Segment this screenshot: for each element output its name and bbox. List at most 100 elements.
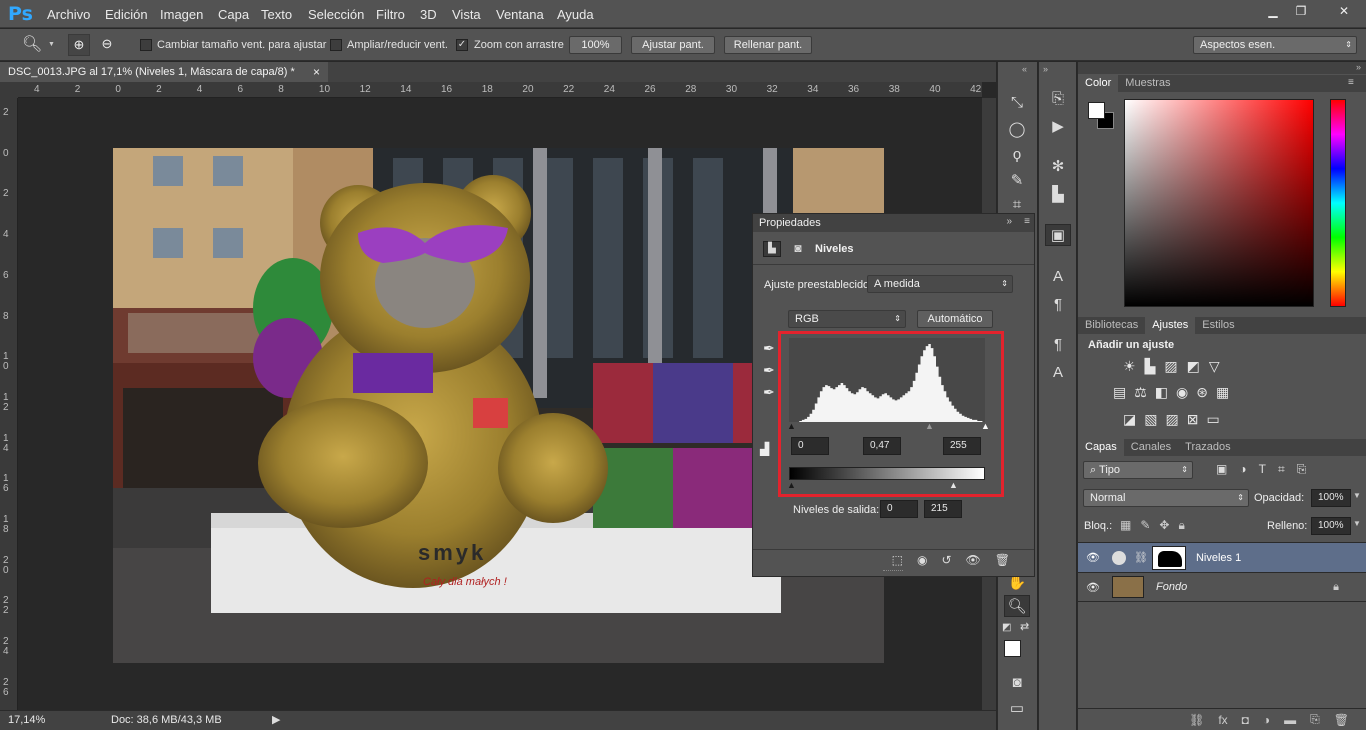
levels-icon[interactable]: ▙	[1145, 358, 1156, 375]
white-eyedropper-icon[interactable]: ✒	[763, 384, 775, 401]
lasso-tool-icon[interactable]: ϙ	[1004, 144, 1030, 166]
opacity-dropdown-icon[interactable]: ▼	[1353, 491, 1361, 500]
default-colors-icon[interactable]: ◩	[1002, 622, 1011, 633]
zoom-all-checkbox[interactable]	[330, 39, 342, 51]
new-adjustment-icon[interactable]: ◑	[1263, 713, 1270, 727]
zoom-level[interactable]: 17,14%	[8, 714, 45, 726]
layer-name[interactable]: Niveles 1	[1196, 552, 1241, 564]
selective-color-icon[interactable]: ▭	[1206, 411, 1219, 428]
menu-3d[interactable]: 3D	[420, 7, 437, 22]
zoom-100-button[interactable]: 100%	[569, 36, 622, 54]
opacity-input[interactable]: 100%	[1311, 489, 1351, 507]
filter-pixel-icon[interactable]: ▣	[1216, 462, 1227, 477]
menu-edicion[interactable]: Edición	[105, 7, 148, 22]
resize-windows-checkbox[interactable]	[140, 39, 152, 51]
menu-seleccion[interactable]: Selección	[308, 7, 364, 22]
panel-menu-icon[interactable]: ≡	[1348, 77, 1354, 88]
visibility-eye-icon[interactable]: 👁︎	[1078, 581, 1108, 594]
fill-screen-button[interactable]: Rellenar pant.	[724, 36, 812, 54]
properties-title[interactable]: Propiedades	[759, 217, 821, 229]
mask-icon[interactable]: ◙	[789, 241, 807, 257]
new-layer-icon[interactable]: ⎘	[1310, 712, 1320, 727]
close-tab-icon[interactable]: ×	[313, 65, 320, 79]
quick-select-tool-icon[interactable]: ✎	[1004, 170, 1030, 192]
layer-row[interactable]: 👁︎ ⛓ Niveles 1	[1078, 542, 1366, 572]
tab-layers[interactable]: Capas	[1078, 439, 1124, 456]
brightness-icon[interactable]: ☀	[1123, 358, 1136, 375]
clip-to-layer-icon[interactable]: ⬚	[892, 553, 903, 567]
filter-adjust-icon[interactable]: ◑	[1239, 462, 1246, 477]
foreground-color-swatch[interactable]	[1004, 640, 1021, 657]
tab-paths[interactable]: Trazados	[1178, 439, 1237, 456]
menu-texto[interactable]: Texto	[261, 7, 292, 22]
close-window-button[interactable]: ✕	[1326, 3, 1362, 19]
zoom-in-icon[interactable]: ⊕	[68, 34, 90, 56]
screen-mode-icon[interactable]: ▭	[1004, 698, 1030, 720]
tab-styles[interactable]: Estilos	[1195, 317, 1241, 334]
menu-imagen[interactable]: Imagen	[160, 7, 203, 22]
histogram-icon[interactable]: ▙	[1045, 184, 1071, 206]
filter-smart-icon[interactable]: ⎘	[1297, 462, 1307, 477]
gradient-map-icon[interactable]: ⊠	[1187, 411, 1199, 428]
expand-icon[interactable]: »	[1043, 64, 1048, 74]
black-white-icon[interactable]: ◧	[1155, 384, 1168, 401]
collapse-icon[interactable]: »	[1006, 216, 1012, 227]
lock-all-icon[interactable]: 🔒︎	[1178, 518, 1184, 533]
resize-grip[interactable]	[883, 570, 903, 573]
invert-icon[interactable]: ◪	[1123, 411, 1136, 428]
vibrance-icon[interactable]: ▤	[1113, 384, 1126, 401]
quick-mask-icon[interactable]: ◙	[1004, 672, 1030, 694]
photo-filter-icon[interactable]: ◉	[1176, 384, 1188, 401]
color-lookup-icon[interactable]: ▦	[1216, 384, 1229, 401]
collapse-icon[interactable]: «	[1022, 64, 1027, 74]
zoom-tool-icon[interactable]: 🔍︎	[1004, 595, 1030, 617]
zoom-tool-icon[interactable]: 🔍︎	[22, 34, 42, 54]
channel-mixer-icon[interactable]: ⊛	[1196, 384, 1208, 401]
auto-button[interactable]: Automático	[917, 310, 993, 328]
preset-select[interactable]: A medida ⇕	[867, 275, 1013, 293]
curves-icon[interactable]: ▨	[1164, 358, 1177, 375]
fx-icon[interactable]: fx	[1218, 713, 1227, 727]
tab-libraries[interactable]: Bibliotecas	[1078, 317, 1145, 334]
character-icon[interactable]: A	[1045, 266, 1071, 288]
marquee-tool-icon[interactable]: ◯	[1004, 119, 1030, 141]
color-balance-icon[interactable]: ⚖	[1134, 384, 1147, 401]
workspace-select[interactable]: Aspectos esen. ⇕	[1193, 36, 1357, 54]
gradient-triangle-icon[interactable]: ▽	[1209, 358, 1220, 375]
output-black-field[interactable]: 0	[880, 500, 918, 518]
actions-icon[interactable]: ▶	[1045, 116, 1071, 138]
fill-input[interactable]: 100%	[1311, 517, 1351, 535]
color-fg-swatch[interactable]	[1088, 102, 1105, 119]
hue-slider[interactable]	[1330, 99, 1346, 307]
fill-dropdown-icon[interactable]: ▼	[1353, 519, 1361, 528]
brush-settings-icon[interactable]: ✻	[1045, 156, 1071, 178]
lock-transparent-icon[interactable]: ▦	[1120, 518, 1131, 533]
scrubby-zoom-checkbox[interactable]: ✓	[456, 39, 468, 51]
reset-icon[interactable]: ↺	[941, 553, 951, 567]
tab-channels[interactable]: Canales	[1124, 439, 1178, 456]
delete-adjustment-icon[interactable]: 🗑︎	[995, 553, 1010, 567]
layer-filter-select[interactable]: ⌕ Tipo ⇕	[1083, 461, 1193, 479]
layer-thumbnail[interactable]	[1112, 576, 1144, 598]
restore-button[interactable]: ❐	[1290, 3, 1312, 19]
properties-icon[interactable]: ▣	[1045, 224, 1071, 246]
new-group-icon[interactable]: ▬	[1284, 713, 1296, 727]
menu-capa[interactable]: Capa	[218, 7, 249, 22]
minimize-button[interactable]: ▁	[1262, 3, 1284, 19]
link-icon[interactable]: ⛓	[1134, 551, 1148, 564]
fit-screen-button[interactable]: Ajustar pant.	[631, 36, 715, 54]
lock-move-icon[interactable]: ✥	[1159, 518, 1169, 533]
output-white-field[interactable]: 215	[924, 500, 962, 518]
layer-mask-thumbnail[interactable]	[1151, 545, 1186, 570]
visibility-eye-icon[interactable]: 👁︎	[1078, 551, 1108, 564]
view-previous-icon[interactable]: ◉	[917, 553, 927, 567]
tab-adjustments[interactable]: Ajustes	[1145, 317, 1196, 334]
menu-ayuda[interactable]: Ayuda	[557, 7, 594, 22]
menu-filtro[interactable]: Filtro	[376, 7, 405, 22]
menu-ventana[interactable]: Ventana	[496, 7, 544, 22]
clip-warning-icon[interactable]: ▟	[760, 442, 769, 456]
color-picker-field[interactable]	[1124, 99, 1314, 307]
panel-menu-icon[interactable]: ≡	[1024, 216, 1030, 227]
character-styles-icon[interactable]: ¶	[1045, 334, 1071, 356]
tool-preset-dropdown-icon[interactable]: ▼	[48, 41, 55, 48]
